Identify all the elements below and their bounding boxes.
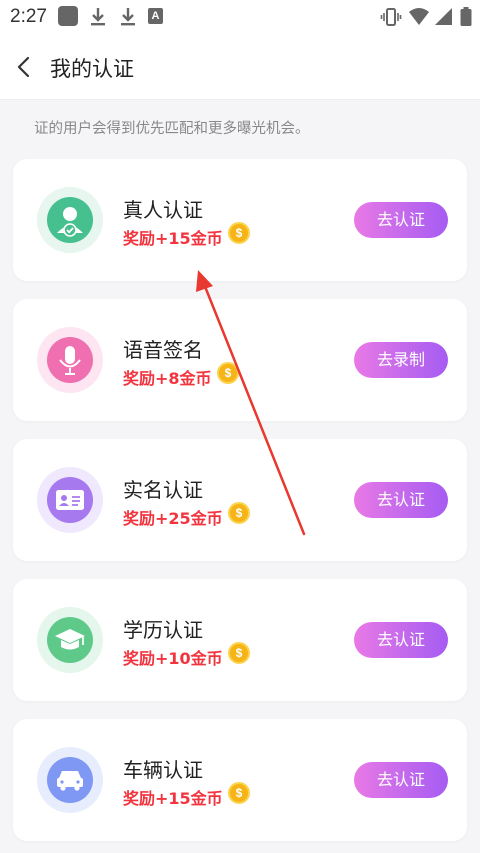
card-title: 语音签名 [123, 338, 203, 362]
verify-vehicle-button[interactable]: 去认证 [354, 762, 448, 798]
person-verified-icon [47, 197, 93, 243]
icon-circle [37, 467, 103, 533]
icon-circle [37, 187, 103, 253]
app-header: 我的认证 [0, 34, 480, 100]
coin-icon: $ [228, 222, 250, 244]
id-card-icon [47, 477, 93, 523]
card-voice-signature: 语音签名 奖励+8金币 $ 去录制 [13, 299, 467, 421]
status-time: 2:27 [10, 6, 47, 27]
graduation-cap-icon [47, 617, 93, 663]
card-education: 学历认证 奖励+10金币 $ 去认证 [13, 579, 467, 701]
verify-real-name-button[interactable]: 去认证 [354, 482, 448, 518]
microphone-icon [47, 337, 93, 383]
square-notification-icon [58, 6, 78, 26]
coin-icon: $ [228, 782, 250, 804]
hint-text: 证的用户会得到优先匹配和更多曝光机会。 [34, 121, 310, 137]
coin-icon: $ [217, 362, 239, 384]
coin-icon: $ [228, 502, 250, 524]
reward-text: 奖励+15金币 [123, 229, 223, 248]
status-bar: 2:27 A [0, 0, 480, 34]
card-title: 真人认证 [123, 198, 203, 222]
card-real-name: 实名认证 奖励+25金币 $ 去认证 [13, 439, 467, 561]
card-real-person: 真人认证 奖励+15金币 $ 去认证 [13, 159, 467, 281]
card-vehicle: 车辆认证 奖励+15金币 $ 去认证 [13, 719, 467, 841]
card-title: 实名认证 [123, 478, 203, 502]
vibrate-icon [380, 6, 402, 32]
verify-real-person-button[interactable]: 去认证 [354, 202, 448, 238]
verify-education-button[interactable]: 去认证 [354, 622, 448, 658]
signal-icon [434, 7, 454, 31]
icon-circle [37, 747, 103, 813]
reward-text: 奖励+25金币 [123, 509, 223, 528]
card-title: 车辆认证 [123, 758, 203, 782]
card-title: 学历认证 [123, 618, 203, 642]
reward-text: 奖励+10金币 [123, 649, 223, 668]
chevron-left-icon[interactable] [12, 54, 38, 80]
icon-circle [37, 607, 103, 673]
coin-icon: $ [228, 642, 250, 664]
page-title: 我的认证 [50, 57, 134, 81]
reward-text: 奖励+15金币 [123, 789, 223, 808]
reward-text: 奖励+8金币 [123, 369, 212, 388]
record-voice-button[interactable]: 去录制 [354, 342, 448, 378]
icon-circle [37, 327, 103, 393]
battery-icon [460, 7, 472, 31]
car-icon [47, 757, 93, 803]
download-icon [118, 6, 138, 32]
wifi-icon [408, 7, 430, 31]
download-icon [88, 6, 108, 32]
a-icon: A [148, 8, 163, 24]
